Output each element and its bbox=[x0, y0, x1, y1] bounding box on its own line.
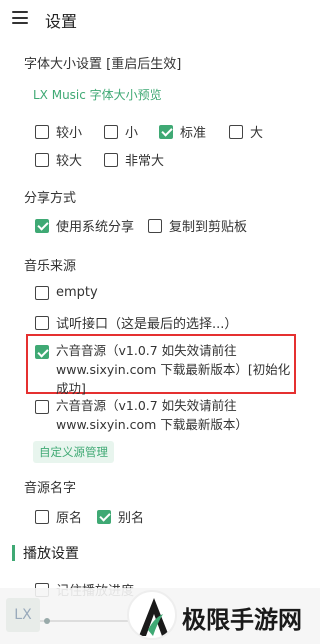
source-option-sixyin-active[interactable]: 六音音源（v1.0.7 如失效请前往 www.sixyin.com 下载最新版本… bbox=[35, 341, 301, 398]
source-name-original[interactable]: 原名 bbox=[35, 507, 82, 526]
font-size-preview-link[interactable]: LX Music 字体大小预览 bbox=[33, 86, 162, 103]
option-label: empty bbox=[56, 285, 98, 300]
font-size-option-small[interactable]: 小 bbox=[104, 122, 138, 141]
font-size-option-standard[interactable]: 标准 bbox=[159, 122, 206, 141]
custom-source-button[interactable]: 自定义源管理 bbox=[33, 441, 114, 463]
option-label: 非常大 bbox=[125, 154, 165, 169]
player-logo[interactable]: LX bbox=[6, 598, 40, 632]
checkbox-checked[interactable] bbox=[97, 509, 111, 524]
option-label: 使用系统分享 bbox=[56, 220, 135, 235]
progress-track[interactable] bbox=[40, 620, 136, 622]
checkbox-checked[interactable] bbox=[159, 124, 173, 139]
watermark-logo-icon bbox=[127, 590, 177, 640]
option-label: 原名 bbox=[56, 511, 83, 526]
section-accent-bar bbox=[12, 545, 15, 561]
font-size-option-larger[interactable]: 较大 bbox=[35, 150, 82, 169]
share-option-clipboard[interactable]: 复制到剪贴板 bbox=[148, 216, 247, 235]
checkbox[interactable] bbox=[104, 124, 118, 139]
option-label: 小 bbox=[125, 126, 139, 141]
music-source-label: 音乐来源 bbox=[24, 259, 77, 274]
checkbox-checked[interactable] bbox=[35, 345, 49, 359]
playback-heading-text: 播放设置 bbox=[23, 546, 79, 562]
checkbox[interactable] bbox=[35, 315, 49, 330]
checkbox[interactable] bbox=[35, 400, 49, 414]
source-option-sixyin[interactable]: 六音音源（v1.0.7 如失效请前往 www.sixyin.com 下载最新版本… bbox=[35, 396, 301, 434]
watermark-text: 极限手游网 bbox=[182, 606, 302, 634]
page-title: 设置 bbox=[45, 12, 78, 31]
checkbox[interactable] bbox=[104, 152, 118, 167]
share-label: 分享方式 bbox=[24, 191, 77, 206]
checkbox[interactable] bbox=[35, 509, 49, 524]
font-size-option-large[interactable]: 大 bbox=[229, 122, 263, 141]
top-bar: 设置 bbox=[0, 0, 320, 40]
font-size-option-smaller[interactable]: 较小 bbox=[35, 122, 82, 141]
menu-icon[interactable] bbox=[12, 11, 28, 24]
option-label: 六音音源（v1.0.7 如失效请前往 www.sixyin.com 下载最新版本… bbox=[56, 398, 248, 432]
option-label: 别名 bbox=[118, 511, 145, 526]
font-size-label: 字体大小设置 [重启后生效] bbox=[24, 57, 182, 72]
checkbox[interactable] bbox=[35, 124, 49, 139]
share-option-system[interactable]: 使用系统分享 bbox=[35, 216, 134, 235]
source-option-trial[interactable]: 试听接口（这是最后的选择...） bbox=[35, 313, 237, 332]
option-label: 标准 bbox=[180, 126, 207, 141]
option-label: 较大 bbox=[56, 154, 83, 169]
checkbox[interactable] bbox=[229, 124, 243, 139]
option-label: 大 bbox=[250, 126, 264, 141]
font-size-option-very-large[interactable]: 非常大 bbox=[104, 150, 164, 169]
source-name-label: 音源名字 bbox=[24, 481, 77, 496]
checkbox[interactable] bbox=[35, 285, 49, 300]
option-label: 六音音源（v1.0.7 如失效请前往 www.sixyin.com 下载最新版本… bbox=[56, 343, 291, 396]
option-label: 复制到剪贴板 bbox=[169, 220, 248, 235]
checkbox[interactable] bbox=[148, 218, 162, 233]
checkbox-checked[interactable] bbox=[35, 218, 49, 233]
source-name-alias[interactable]: 别名 bbox=[97, 507, 144, 526]
checkbox[interactable] bbox=[35, 152, 49, 167]
playback-heading: 播放设置 bbox=[12, 544, 79, 562]
source-option-empty[interactable]: empty bbox=[35, 285, 98, 300]
option-label: 较小 bbox=[56, 126, 83, 141]
progress-thumb[interactable] bbox=[44, 618, 50, 624]
option-label: 试听接口（这是最后的选择...） bbox=[56, 317, 238, 332]
